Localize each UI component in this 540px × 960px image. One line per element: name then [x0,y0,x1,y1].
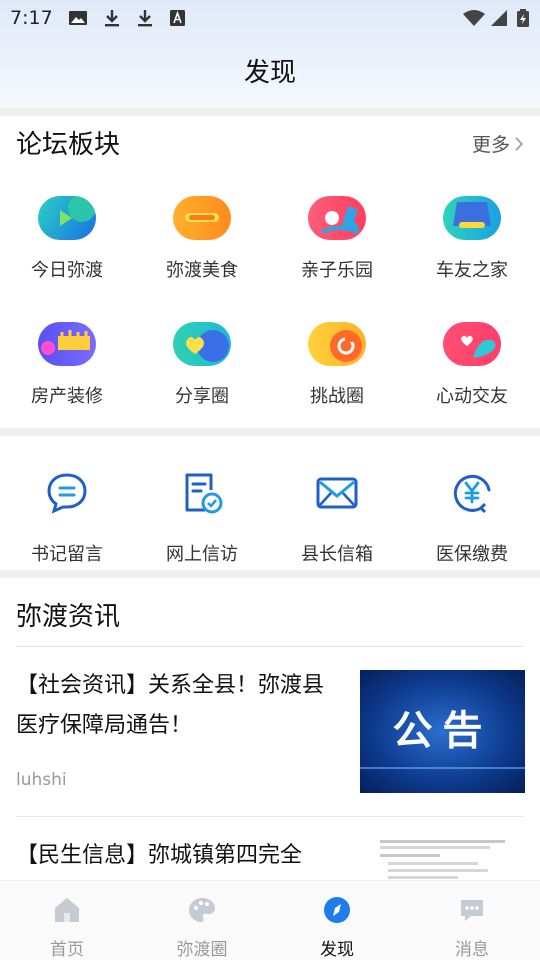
battery-icon [517,9,529,27]
message-icon [461,900,483,921]
forum-item-jinri-midu[interactable]: 今日弥渡 [12,196,122,282]
service-label: 网上信访 [166,544,238,565]
nav-home[interactable]: 首页 [12,895,122,960]
wifi-icon [463,10,485,26]
home-icon [55,898,79,922]
section-gap [0,108,540,116]
forum-item-label: 分享圈 [175,386,229,407]
nav-label: 消息 [455,940,489,960]
nav-label: 首页 [50,940,84,960]
download-icon [138,10,152,27]
image-icon [69,11,87,25]
service-wangshang-xinfang[interactable]: 网上信访 [147,470,257,566]
forum-item-tiaozhan-quan[interactable]: 挑战圈 [282,322,392,408]
more-link[interactable]: 更多 [472,130,524,157]
forum-item-qinzi-leyuan[interactable]: 亲子乐园 [282,196,392,282]
more-label: 更多 [471,134,510,156]
forum-item-label: 心动交友 [436,386,508,407]
font-a-icon [170,10,185,26]
palette-icon [189,898,215,922]
yuan-payment-icon [453,474,491,514]
service-label: 县长信箱 [301,544,373,565]
service-xianzhang-xinxiang[interactable]: 县长信箱 [282,470,392,566]
bird-heart-icon [443,322,501,366]
chevron-right-icon [515,136,524,151]
top-header: 7:17 发现 [0,0,540,108]
mail-icon [316,477,358,509]
forum-item-label: 今日弥渡 [31,260,103,281]
signal-icon [491,10,507,26]
status-time: 7:17 [10,7,53,29]
play-video-icon [38,196,96,240]
food-icon [173,196,231,240]
nav-faxian[interactable]: 发现 [282,895,392,960]
news-title: 【民生信息】弥城镇第四完全 [16,843,303,868]
heart-share-icon [173,322,231,366]
forum-section-title: 论坛板块 [16,130,121,160]
news-section-title: 弥渡资讯 [16,602,121,632]
section-gap [0,570,540,578]
forum-item-cheyou-zhijia[interactable]: 车友之家 [417,196,527,282]
divider [16,646,524,647]
download-icon [105,10,119,27]
page-title: 发现 [243,58,296,88]
news-title: 【社会资讯】关系全县！弥渡县医疗保障局通告！ [16,673,325,738]
service-yibao-jiaofei[interactable]: 医保缴费 [417,470,527,566]
forum-item-midu-meishi[interactable]: 弥渡美食 [147,196,257,282]
forum-item-label: 车友之家 [436,260,508,281]
section-gap [0,428,540,436]
forum-item-fenxiang-quan[interactable]: 分享圈 [147,322,257,408]
forum-item-label: 亲子乐园 [301,260,373,281]
forum-item-fangchan-zhuangxiu[interactable]: 房产装修 [12,322,122,408]
car-icon [443,196,501,240]
thumbnail-text: 公告 [392,708,493,754]
nav-xiaoxi[interactable]: 消息 [417,895,527,960]
nav-midu-quan[interactable]: 弥渡圈 [147,895,257,960]
paint-brush-icon [38,322,96,366]
news-source: luhshi [16,770,67,790]
document-check-icon [185,473,223,514]
forum-item-label: 挑战圈 [310,386,364,407]
challenge-icon [308,322,366,366]
status-bar: 7:17 [0,0,540,36]
rocking-horse-icon [308,196,366,240]
nav-label: 发现 [320,940,354,960]
news-thumbnail [360,838,525,880]
bottom-navigation: 首页 弥渡圈 发现 消息 [0,880,540,960]
forum-item-xindong-jiaoyou[interactable]: 心动交友 [417,322,527,408]
forum-item-label: 房产装修 [31,386,103,407]
news-thumbnail: 公告 [360,670,525,793]
nav-label: 弥渡圈 [176,940,228,960]
forum-item-label: 弥渡美食 [166,260,238,281]
divider [16,816,524,817]
compass-icon [324,897,350,923]
service-label: 书记留言 [31,544,103,565]
chat-bubble-icon [47,473,87,514]
service-label: 医保缴费 [436,544,508,565]
service-shuji-liuyan[interactable]: 书记留言 [12,470,122,566]
